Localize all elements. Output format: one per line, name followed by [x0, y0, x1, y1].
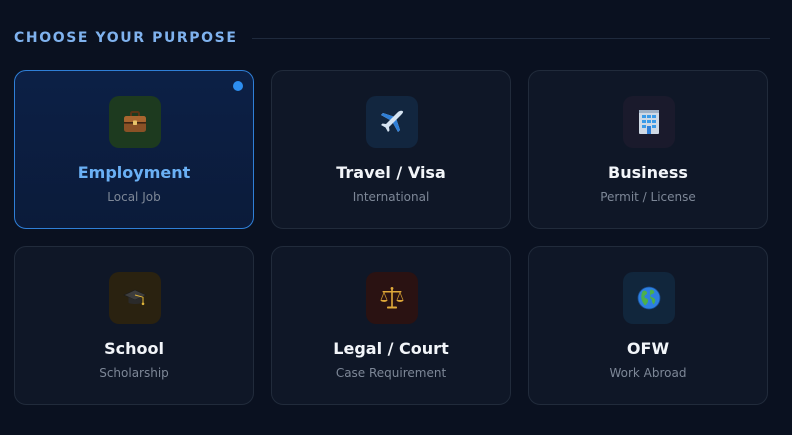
- office-building-icon: [623, 96, 675, 148]
- purpose-title: Business: [608, 163, 688, 182]
- balance-scale-icon: [366, 272, 418, 324]
- section-divider: [251, 37, 770, 39]
- graduation-cap-icon: [109, 272, 161, 324]
- globe-icon: [623, 272, 675, 324]
- section-header: CHOOSE YOUR PURPOSE: [14, 28, 770, 48]
- purpose-title: Legal / Court: [333, 339, 449, 358]
- purpose-card-employment[interactable]: Employment Local Job: [14, 70, 254, 229]
- purpose-card-business[interactable]: Business Permit / License: [528, 70, 768, 229]
- purpose-card-ofw[interactable]: OFW Work Abroad: [528, 246, 768, 405]
- purpose-subtitle: Case Requirement: [335, 366, 447, 380]
- purpose-title: Travel / Visa: [336, 163, 446, 182]
- section-title: CHOOSE YOUR PURPOSE: [14, 30, 238, 46]
- purpose-title: School: [104, 339, 164, 358]
- purpose-title: OFW: [626, 339, 670, 358]
- selected-indicator: [233, 81, 243, 91]
- purpose-subtitle: International: [352, 190, 430, 204]
- briefcase-icon: [109, 96, 161, 148]
- purpose-subtitle: Scholarship: [99, 366, 169, 380]
- purpose-title: Employment: [77, 163, 191, 182]
- airplane-icon: [366, 96, 418, 148]
- purpose-card-travel-visa[interactable]: Travel / Visa International: [271, 70, 511, 229]
- purpose-subtitle: Local Job: [107, 190, 161, 204]
- purpose-subtitle: Permit / License: [600, 190, 696, 204]
- purpose-card-school[interactable]: School Scholarship: [14, 246, 254, 405]
- purpose-subtitle: Work Abroad: [609, 366, 687, 380]
- purpose-card-legal-court[interactable]: Legal / Court Case Requirement: [271, 246, 511, 405]
